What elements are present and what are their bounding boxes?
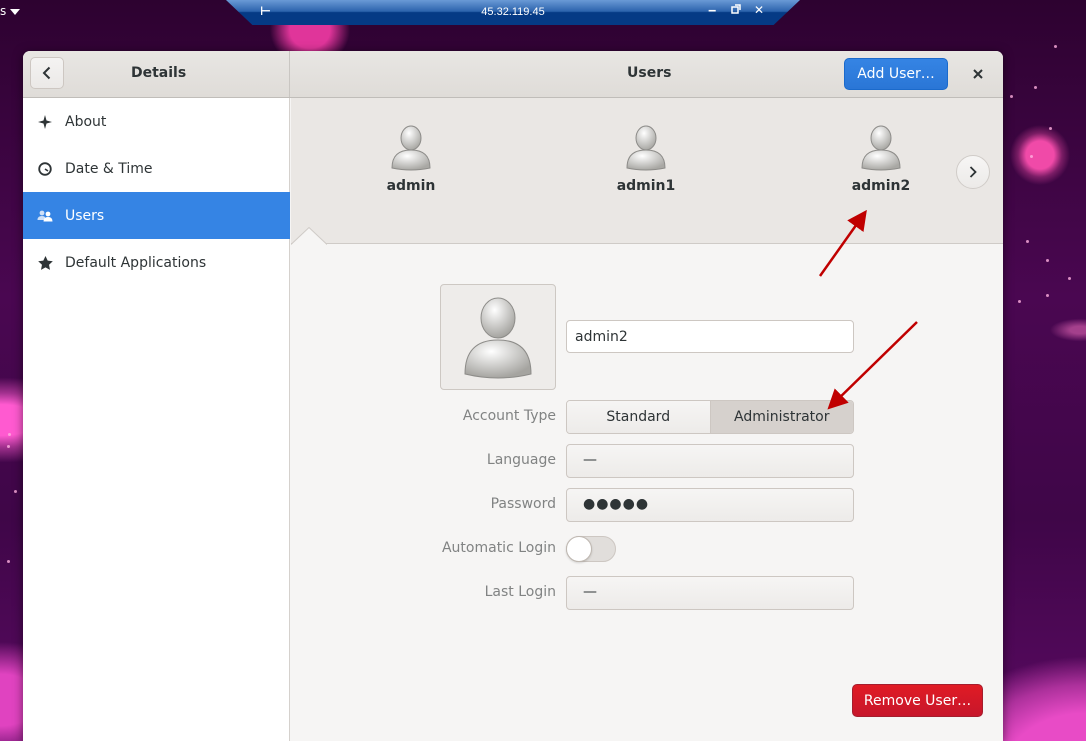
add-user-button[interactable]: Add User… — [844, 58, 948, 90]
automatic-login-label: Automatic Login — [441, 540, 556, 556]
top-bar-menu-label: s — [0, 4, 7, 18]
account-type-toggle: Standard Administrator — [566, 400, 854, 434]
user-avatar-button[interactable] — [440, 284, 556, 390]
user-name: admin2 — [851, 178, 911, 194]
user-tile-admin1[interactable]: admin1 — [586, 124, 706, 194]
account-type-administrator-button[interactable]: Administrator — [710, 401, 853, 433]
sidebar-item-label: Users — [65, 207, 105, 224]
restore-icon[interactable] — [731, 3, 741, 17]
account-type-standard-button[interactable]: Standard — [567, 401, 711, 433]
settings-window: Details Users Add User… About Date & Tim… — [23, 51, 1003, 741]
user-avatar-icon — [626, 125, 666, 171]
last-login-label: Last Login — [484, 584, 556, 600]
close-icon — [973, 69, 983, 79]
sidebar-item-date-time[interactable]: Date & Time — [23, 145, 290, 192]
top-bar-menu[interactable]: s — [0, 4, 21, 18]
switch-knob — [566, 536, 592, 562]
page-title: Users — [627, 65, 672, 81]
users-icon — [23, 210, 65, 222]
user-avatar-icon — [861, 125, 901, 171]
full-name-input[interactable] — [566, 320, 854, 353]
dropdown-arrow-icon — [10, 8, 21, 15]
user-avatar-icon — [391, 125, 431, 171]
sidebar-item-label: Date & Time — [65, 160, 153, 177]
user-tile-admin2[interactable]: admin2 — [821, 124, 941, 194]
back-button[interactable] — [30, 57, 64, 89]
automatic-login-switch[interactable] — [566, 536, 616, 562]
user-name: admin1 — [616, 178, 676, 194]
password-button[interactable]: ●●●●● — [566, 488, 854, 522]
user-avatar-icon — [464, 297, 532, 379]
account-type-label: Account Type — [462, 408, 556, 424]
header-left-pane: Details — [23, 51, 290, 97]
sidebar-item-label: Default Applications — [65, 254, 207, 271]
window-close-button[interactable] — [967, 63, 989, 85]
sidebar-item-default-applications[interactable]: Default Applications — [23, 239, 290, 286]
chevron-left-icon — [42, 66, 51, 80]
sparkle-icon — [23, 114, 65, 129]
sidebar-item-users[interactable]: Users — [23, 192, 290, 239]
language-button[interactable]: — — [566, 444, 854, 478]
password-label: Password — [490, 496, 556, 512]
header-bar: Details Users Add User… — [23, 51, 1003, 98]
user-tile-admin[interactable]: admin — [351, 124, 471, 194]
star-icon — [23, 255, 65, 270]
language-label: Language — [486, 452, 556, 468]
sidebar-title: Details — [131, 65, 187, 81]
user-name: admin — [386, 178, 436, 194]
selection-notch — [291, 227, 327, 245]
minimize-icon[interactable]: ‒ — [708, 3, 716, 17]
last-login-button[interactable]: — — [566, 576, 854, 610]
clock-icon — [23, 161, 65, 176]
sidebar: About Date & Time Users Default Applicat… — [23, 98, 290, 741]
sidebar-item-about[interactable]: About — [23, 98, 290, 145]
sidebar-item-label: About — [65, 113, 107, 130]
remove-user-button[interactable]: Remove User… — [852, 684, 983, 717]
close-icon[interactable]: ✕ — [754, 3, 764, 17]
users-carousel: admin admin1 admin2 — [291, 98, 1003, 244]
chevron-right-icon — [969, 166, 977, 178]
carousel-next-button[interactable] — [956, 155, 990, 189]
remote-connection-bar: ⊢ 45.32.119.45 ‒ ✕ — [226, 0, 800, 25]
